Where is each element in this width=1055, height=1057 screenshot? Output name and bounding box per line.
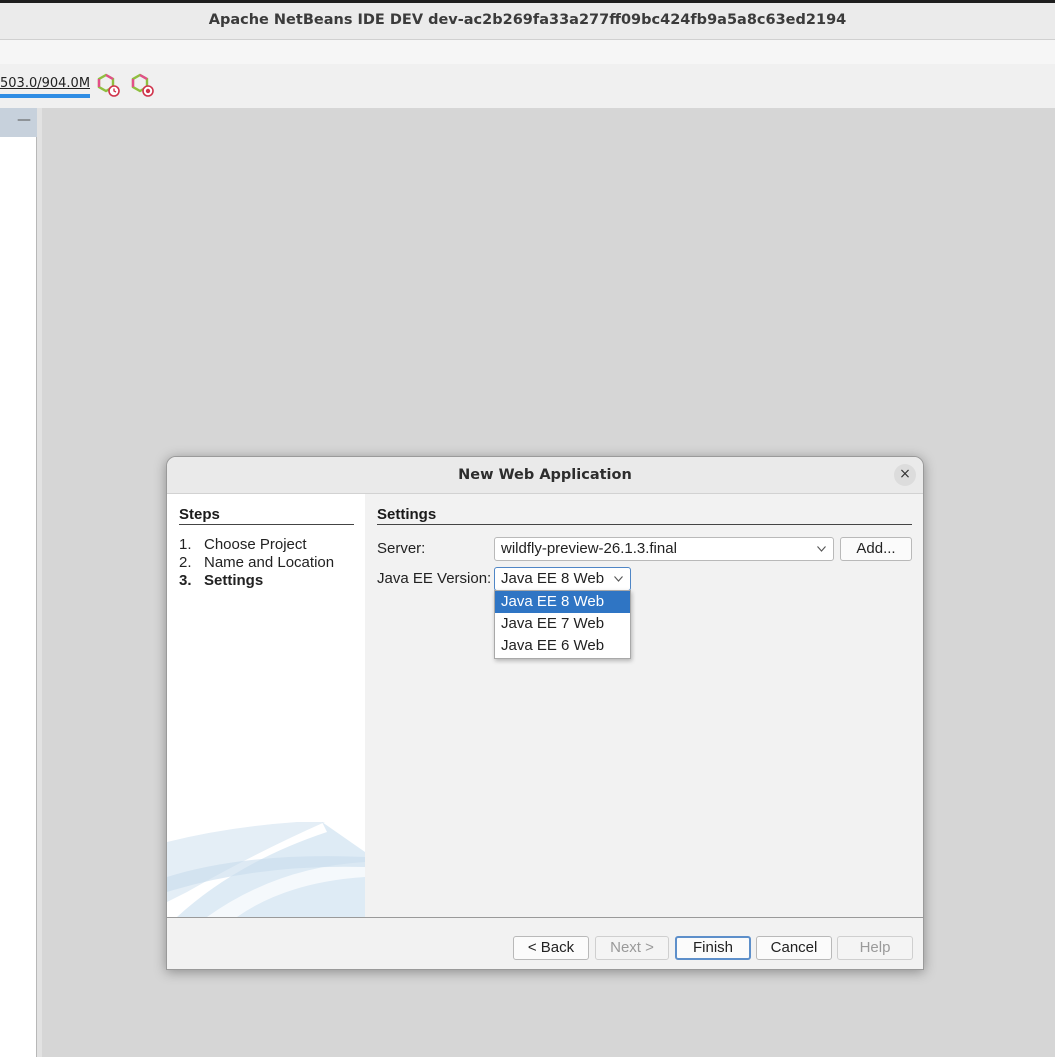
finish-button[interactable]: Finish xyxy=(675,936,751,960)
settings-heading: Settings xyxy=(377,506,912,525)
dropdown-option-javaee-8[interactable]: Java EE 8 Web xyxy=(495,591,630,613)
step-number: 2. xyxy=(179,554,192,571)
profile-ide-icon[interactable] xyxy=(96,72,122,98)
javaee-version-select[interactable]: Java EE 8 Web xyxy=(494,567,631,591)
cancel-button[interactable]: Cancel xyxy=(756,936,832,960)
step-label: Settings xyxy=(204,572,264,589)
menubar xyxy=(0,40,1055,64)
memory-usage-indicator[interactable]: 503.0/904.0MB xyxy=(0,74,90,98)
next-button[interactable]: Next > xyxy=(595,936,669,960)
close-icon[interactable]: × xyxy=(894,464,916,486)
steps-panel: Steps 1. Choose Project 2. Name and Locati… xyxy=(167,494,365,917)
panel-splitter[interactable] xyxy=(37,108,42,1057)
dialog-title: New Web Application xyxy=(458,467,632,483)
back-button[interactable]: < Back xyxy=(513,936,589,960)
step-number: 3. xyxy=(179,572,192,589)
toolbar: 503.0/904.0MB xyxy=(0,64,1055,108)
dialog-titlebar: New Web Application × xyxy=(167,457,923,494)
window-titlebar: Apache NetBeans IDE DEV dev-ac2b269fa33a… xyxy=(0,0,1055,40)
server-select[interactable]: wildfly-preview-26.1.3.final xyxy=(494,537,834,561)
help-button[interactable]: Help xyxy=(837,936,913,960)
window-title: Apache NetBeans IDE DEV dev-ac2b269fa33a… xyxy=(208,12,847,28)
server-label: Server: xyxy=(377,540,426,557)
projects-panel: — xyxy=(0,108,37,1057)
wizard-decoration-image xyxy=(167,822,365,917)
snapshot-icon[interactable] xyxy=(130,72,156,98)
dropdown-option-javaee-7[interactable]: Java EE 7 Web xyxy=(495,613,630,635)
dropdown-option-javaee-6[interactable]: Java EE 6 Web xyxy=(495,635,630,657)
javaee-version-value: Java EE 8 Web xyxy=(501,570,605,587)
step-number: 1. xyxy=(179,536,192,553)
minimize-panel-button[interactable]: — xyxy=(17,112,31,128)
add-server-button[interactable]: Add... xyxy=(840,537,912,561)
javaee-version-label: Java EE Version: xyxy=(377,570,492,587)
panel-header: — xyxy=(0,108,37,137)
steps-heading: Steps xyxy=(179,506,354,525)
step-item-current: 3. Settings xyxy=(179,572,263,589)
javaee-version-dropdown-list: Java EE 8 Web Java EE 7 Web Java EE 6 We… xyxy=(494,590,631,659)
new-web-application-dialog: New Web Application × Steps 1. Choose Pro… xyxy=(166,456,924,970)
step-item: 1. Choose Project xyxy=(179,536,307,553)
step-label: Name and Location xyxy=(204,554,335,571)
server-select-value: wildfly-preview-26.1.3.final xyxy=(501,540,677,557)
chevron-down-icon xyxy=(817,546,826,552)
step-item: 2. Name and Location xyxy=(179,554,334,571)
chevron-down-icon xyxy=(614,576,623,582)
step-label: Choose Project xyxy=(204,536,307,553)
settings-panel: Settings Server: wildfly-preview-26.1.3.… xyxy=(365,494,923,917)
dialog-footer: < Back Next > Finish Cancel Help xyxy=(167,917,923,969)
